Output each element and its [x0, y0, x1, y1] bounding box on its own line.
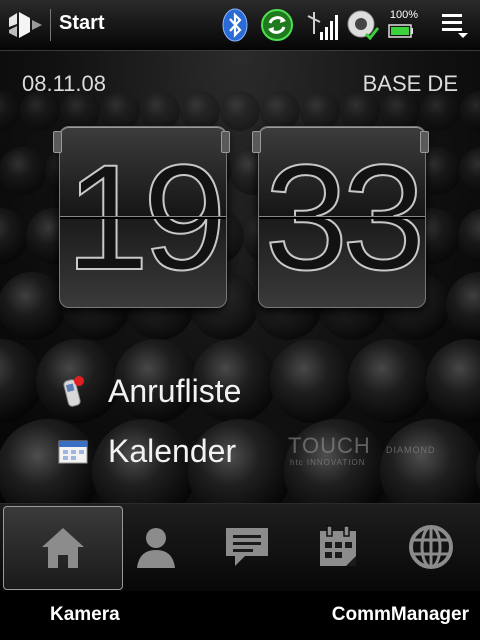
shortcut-label: Kalender [108, 433, 237, 469]
battery-percent: 100% [389, 9, 419, 21]
start-menu-label[interactable]: Start [59, 12, 105, 35]
message-icon [226, 528, 268, 566]
home-icon [42, 528, 84, 568]
flip-split-line [259, 216, 425, 219]
softkey-left-camera[interactable]: Kamera [50, 604, 120, 626]
brand-line1-suffix: DIAMOND [386, 445, 436, 455]
title-divider [50, 9, 51, 41]
call-history-icon [58, 375, 88, 409]
flip-hinge [221, 131, 230, 153]
softkey-bar: Kamera CommManager [0, 591, 480, 640]
title-bar: Start 100% [0, 0, 480, 51]
softkey-right-commmanager[interactable]: CommManager [332, 604, 469, 626]
globe-icon [409, 525, 453, 569]
tab-bar [0, 503, 480, 592]
flip-hinge [53, 131, 62, 153]
operator-name: BASE DE [362, 71, 458, 96]
htc-touch-diamond-logo: TOUCH DIAMOND htc INNOVATION [288, 433, 436, 467]
flip-hinge [252, 131, 261, 153]
bluetooth-icon[interactable] [222, 8, 248, 42]
clock-minutes[interactable]: 33 [258, 126, 426, 308]
calendar-icon [320, 525, 356, 566]
windows-start-icon[interactable] [6, 8, 46, 42]
flip-hinge [420, 131, 429, 153]
signal-icon[interactable] [302, 8, 338, 44]
battery-icon[interactable] [388, 24, 414, 38]
sync-icon[interactable] [260, 8, 294, 42]
contact-icon [137, 528, 175, 568]
volume-icon[interactable] [346, 8, 380, 42]
brand-line1: TOUCH [288, 433, 371, 458]
tab-internet[interactable] [372, 506, 480, 588]
date-display: 08.11.08 [22, 71, 107, 96]
calendar-icon [58, 435, 88, 469]
shortcut-label: Anrufliste [108, 373, 242, 409]
brand-line2: htc INNOVATION [290, 458, 366, 467]
clock-hours[interactable]: 19 [59, 126, 227, 308]
flip-split-line [60, 216, 226, 219]
shortcut-calendar[interactable]: Kalender [58, 433, 236, 470]
menu-icon[interactable] [440, 12, 470, 40]
home-screen: 08.11.08 BASE DE 19 33 Anrufliste Kalend… [0, 51, 480, 503]
shortcut-call-history[interactable]: Anrufliste [58, 373, 241, 410]
